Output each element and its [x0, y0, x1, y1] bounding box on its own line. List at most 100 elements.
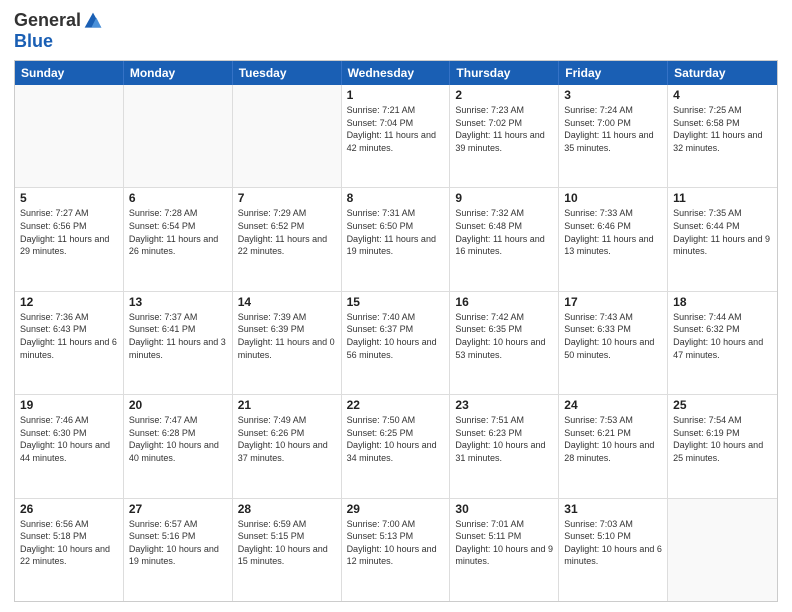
day-number: 23 [455, 398, 553, 412]
day-info: Sunrise: 6:56 AM Sunset: 5:18 PM Dayligh… [20, 518, 118, 568]
day-info: Sunrise: 7:31 AM Sunset: 6:50 PM Dayligh… [347, 207, 445, 257]
day-number: 26 [20, 502, 118, 516]
calendar-cell: 24Sunrise: 7:53 AM Sunset: 6:21 PM Dayli… [559, 395, 668, 497]
calendar-cell: 18 Sunrise: 7:44 AM Sunset: 6:32 PM Dayli… [668, 292, 777, 394]
day-info: Sunrise: 7:36 AM Sunset: 6:43 PM Dayligh… [20, 311, 118, 361]
calendar-cell: 3 Sunrise: 7:24 AM Sunset: 7:00 PM Daylig… [559, 85, 668, 187]
header-day-monday: Monday [124, 61, 233, 85]
day-number: 10 [564, 191, 662, 205]
day-number: 24 [564, 398, 662, 412]
calendar-cell [668, 499, 777, 601]
calendar-cell: 2 Sunrise: 7:23 AM Sunset: 7:02 PM Daylig… [450, 85, 559, 187]
day-info: Sunrise: 7:33 AM Sunset: 6:46 PM Dayligh… [564, 207, 662, 257]
calendar-cell: 23 Sunrise: 7:51 AM Sunset: 6:23 PM Dayli… [450, 395, 559, 497]
page-container: General Blue SundayMondayTuesdayWednesda… [0, 0, 792, 612]
logo-icon [83, 11, 103, 31]
day-info: Sunrise: 7:42 AM Sunset: 6:35 PM Dayligh… [455, 311, 553, 361]
day-number: 4 [673, 88, 772, 102]
calendar: SundayMondayTuesdayWednesdayThursdayFrid… [14, 60, 778, 602]
header-day-tuesday: Tuesday [233, 61, 342, 85]
day-info: Sunrise: 7:21 AM Sunset: 7:04 PM Dayligh… [347, 104, 445, 154]
calendar-cell: 31Sunrise: 7:03 AM Sunset: 5:10 PM Dayli… [559, 499, 668, 601]
day-info: Sunrise: 7:00 AM Sunset: 5:13 PM Dayligh… [347, 518, 445, 568]
calendar-cell [124, 85, 233, 187]
day-number: 11 [673, 191, 772, 205]
calendar-cell: 10 Sunrise: 7:33 AM Sunset: 6:46 PM Dayli… [559, 188, 668, 290]
day-info: Sunrise: 7:51 AM Sunset: 6:23 PM Dayligh… [455, 414, 553, 464]
logo-general-text: General [14, 10, 81, 31]
calendar-cell: 6 Sunrise: 7:28 AM Sunset: 6:54 PM Daylig… [124, 188, 233, 290]
day-info: Sunrise: 7:49 AM Sunset: 6:26 PM Dayligh… [238, 414, 336, 464]
calendar-cell: 12Sunrise: 7:36 AM Sunset: 6:43 PM Dayli… [15, 292, 124, 394]
day-number: 1 [347, 88, 445, 102]
header-day-sunday: Sunday [15, 61, 124, 85]
day-number: 29 [347, 502, 445, 516]
day-info: Sunrise: 7:40 AM Sunset: 6:37 PM Dayligh… [347, 311, 445, 361]
day-info: Sunrise: 6:59 AM Sunset: 5:15 PM Dayligh… [238, 518, 336, 568]
day-info: Sunrise: 7:03 AM Sunset: 5:10 PM Dayligh… [564, 518, 662, 568]
calendar-cell: 28 Sunrise: 6:59 AM Sunset: 5:15 PM Dayli… [233, 499, 342, 601]
day-info: Sunrise: 7:25 AM Sunset: 6:58 PM Dayligh… [673, 104, 772, 154]
day-info: Sunrise: 7:50 AM Sunset: 6:25 PM Dayligh… [347, 414, 445, 464]
calendar-cell: 4 Sunrise: 7:25 AM Sunset: 6:58 PM Daylig… [668, 85, 777, 187]
header: General Blue [14, 10, 778, 52]
calendar-row-3: 19 Sunrise: 7:46 AM Sunset: 6:30 PM Dayli… [15, 394, 777, 497]
calendar-row-2: 12Sunrise: 7:36 AM Sunset: 6:43 PM Dayli… [15, 291, 777, 394]
calendar-cell: 19 Sunrise: 7:46 AM Sunset: 6:30 PM Dayli… [15, 395, 124, 497]
day-number: 17 [564, 295, 662, 309]
day-info: Sunrise: 6:57 AM Sunset: 5:16 PM Dayligh… [129, 518, 227, 568]
calendar-cell: 30 Sunrise: 7:01 AM Sunset: 5:11 PM Dayli… [450, 499, 559, 601]
day-number: 2 [455, 88, 553, 102]
day-number: 18 [673, 295, 772, 309]
day-number: 28 [238, 502, 336, 516]
calendar-cell: 8Sunrise: 7:31 AM Sunset: 6:50 PM Daylig… [342, 188, 451, 290]
day-info: Sunrise: 7:28 AM Sunset: 6:54 PM Dayligh… [129, 207, 227, 257]
day-number: 22 [347, 398, 445, 412]
calendar-cell: 9 Sunrise: 7:32 AM Sunset: 6:48 PM Daylig… [450, 188, 559, 290]
calendar-cell: 13Sunrise: 7:37 AM Sunset: 6:41 PM Dayli… [124, 292, 233, 394]
calendar-body: 1 Sunrise: 7:21 AM Sunset: 7:04 PM Daylig… [15, 85, 777, 601]
calendar-cell: 1 Sunrise: 7:21 AM Sunset: 7:04 PM Daylig… [342, 85, 451, 187]
day-info: Sunrise: 7:01 AM Sunset: 5:11 PM Dayligh… [455, 518, 553, 568]
day-info: Sunrise: 7:54 AM Sunset: 6:19 PM Dayligh… [673, 414, 772, 464]
calendar-cell: 29 Sunrise: 7:00 AM Sunset: 5:13 PM Dayli… [342, 499, 451, 601]
day-info: Sunrise: 7:35 AM Sunset: 6:44 PM Dayligh… [673, 207, 772, 257]
day-info: Sunrise: 7:23 AM Sunset: 7:02 PM Dayligh… [455, 104, 553, 154]
day-info: Sunrise: 7:44 AM Sunset: 6:32 PM Dayligh… [673, 311, 772, 361]
calendar-cell: 5 Sunrise: 7:27 AM Sunset: 6:56 PM Daylig… [15, 188, 124, 290]
day-info: Sunrise: 7:29 AM Sunset: 6:52 PM Dayligh… [238, 207, 336, 257]
calendar-header: SundayMondayTuesdayWednesdayThursdayFrid… [15, 61, 777, 85]
day-info: Sunrise: 7:39 AM Sunset: 6:39 PM Dayligh… [238, 311, 336, 361]
header-day-friday: Friday [559, 61, 668, 85]
calendar-cell: 17Sunrise: 7:43 AM Sunset: 6:33 PM Dayli… [559, 292, 668, 394]
day-number: 30 [455, 502, 553, 516]
day-info: Sunrise: 7:32 AM Sunset: 6:48 PM Dayligh… [455, 207, 553, 257]
day-info: Sunrise: 7:27 AM Sunset: 6:56 PM Dayligh… [20, 207, 118, 257]
day-number: 6 [129, 191, 227, 205]
calendar-cell: 26 Sunrise: 6:56 AM Sunset: 5:18 PM Dayli… [15, 499, 124, 601]
day-number: 15 [347, 295, 445, 309]
calendar-row-0: 1 Sunrise: 7:21 AM Sunset: 7:04 PM Daylig… [15, 85, 777, 187]
day-info: Sunrise: 7:46 AM Sunset: 6:30 PM Dayligh… [20, 414, 118, 464]
day-info: Sunrise: 7:47 AM Sunset: 6:28 PM Dayligh… [129, 414, 227, 464]
day-number: 21 [238, 398, 336, 412]
day-number: 16 [455, 295, 553, 309]
header-day-saturday: Saturday [668, 61, 777, 85]
day-number: 13 [129, 295, 227, 309]
day-info: Sunrise: 7:24 AM Sunset: 7:00 PM Dayligh… [564, 104, 662, 154]
calendar-cell: 21 Sunrise: 7:49 AM Sunset: 6:26 PM Dayli… [233, 395, 342, 497]
day-number: 5 [20, 191, 118, 205]
header-day-thursday: Thursday [450, 61, 559, 85]
calendar-cell: 16 Sunrise: 7:42 AM Sunset: 6:35 PM Dayli… [450, 292, 559, 394]
day-number: 14 [238, 295, 336, 309]
calendar-row-1: 5 Sunrise: 7:27 AM Sunset: 6:56 PM Daylig… [15, 187, 777, 290]
calendar-row-4: 26 Sunrise: 6:56 AM Sunset: 5:18 PM Dayli… [15, 498, 777, 601]
day-number: 3 [564, 88, 662, 102]
logo: General Blue [14, 10, 103, 52]
header-day-wednesday: Wednesday [342, 61, 451, 85]
calendar-cell [15, 85, 124, 187]
day-number: 19 [20, 398, 118, 412]
calendar-cell [233, 85, 342, 187]
day-number: 9 [455, 191, 553, 205]
calendar-cell: 20Sunrise: 7:47 AM Sunset: 6:28 PM Dayli… [124, 395, 233, 497]
